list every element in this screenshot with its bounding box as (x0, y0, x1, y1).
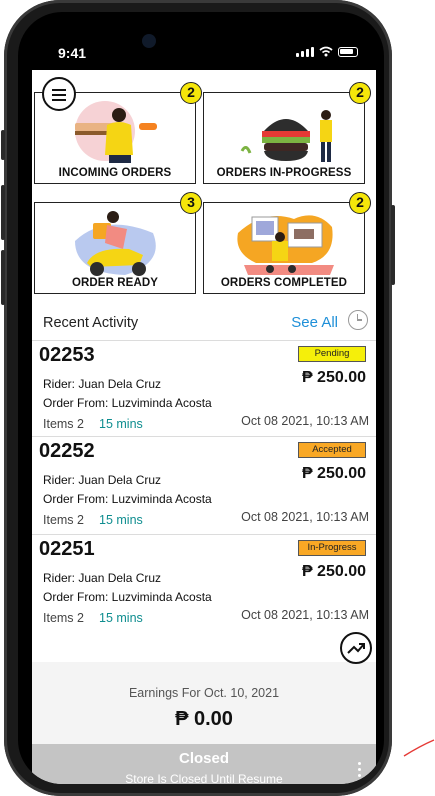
battery-icon (338, 46, 358, 57)
trending-up-icon (347, 643, 365, 654)
order-status-badge: Accepted (298, 442, 366, 458)
app-screen: INCOMING ORDERS 2 ORDERS IN-PROGRESS 2 O… (32, 70, 376, 784)
order-status-badge: Pending (298, 346, 366, 362)
recent-activity-header: Recent Activity See All (32, 310, 376, 336)
order-ready-count-badge: 3 (180, 192, 202, 214)
order-date: Oct 08 2021, 10:13 AM (241, 608, 369, 622)
notch (131, 12, 271, 34)
tile-label: ORDERS COMPLETED (220, 277, 348, 289)
order-items: Items 2 (43, 417, 84, 431)
order-items: Items 2 (43, 513, 84, 527)
tile-orders-in-progress[interactable]: ORDERS IN-PROGRESS (203, 92, 365, 184)
phone-screen: 9:41 INCOMING ORDERS 2 ORDERS IN-PROGRES… (18, 12, 384, 784)
order-date: Oct 08 2021, 10:13 AM (241, 510, 369, 524)
tile-label: ORDER READY (71, 277, 159, 289)
order-eta: 15 mins (99, 513, 143, 527)
order-id: 02252 (39, 440, 95, 462)
order-from: Order From: Luzviminda Acosta (43, 590, 212, 604)
orders-completed-count-badge: 2 (349, 192, 371, 214)
wifi-icon (319, 46, 333, 57)
incoming-orders-count-badge: 2 (180, 82, 202, 104)
earnings-value: ₱ 0.00 (175, 708, 233, 730)
trending-up-button[interactable] (340, 632, 372, 664)
earnings-panel: Earnings For Oct. 10, 2021 ₱ 0.00 (32, 662, 376, 744)
history-clock-icon[interactable] (348, 310, 368, 330)
mute-switch (1, 130, 5, 160)
red-pen-stroke (403, 739, 435, 757)
store-status-bar[interactable]: Closed Store Is Closed Until Resume (32, 744, 376, 784)
hamburger-menu-button[interactable] (42, 77, 76, 111)
tile-label: INCOMING ORDERS (58, 167, 172, 179)
order-from: Order From: Luzviminda Acosta (43, 396, 212, 410)
order-status-badge: In-Progress (298, 540, 366, 556)
order-card[interactable]: 02253 Pending ₱ 250.00 Rider: Juan Dela … (32, 340, 376, 434)
signal-icon (296, 46, 314, 57)
phone-frame: 9:41 INCOMING ORDERS 2 ORDERS IN-PROGRES… (1, 0, 395, 796)
volume-down-button (1, 250, 5, 305)
order-id: 02251 (39, 538, 95, 560)
status-icons (296, 46, 358, 57)
order-date: Oct 08 2021, 10:13 AM (241, 414, 369, 428)
order-amount: ₱ 250.00 (301, 563, 366, 580)
power-button (391, 205, 395, 285)
store-status-title: Closed (178, 750, 229, 767)
order-rider: Rider: Juan Dela Cruz (43, 377, 162, 391)
status-time: 9:41 (58, 45, 87, 61)
order-amount: ₱ 250.00 (301, 465, 366, 482)
order-card[interactable]: 02252 Accepted ₱ 250.00 Rider: Juan Dela… (32, 436, 376, 530)
more-options-icon[interactable] (358, 762, 362, 778)
status-bar: 9:41 (18, 42, 384, 62)
recent-activity-title: Recent Activity (43, 315, 139, 331)
tile-order-ready[interactable]: ORDER READY (34, 202, 196, 294)
order-amount: ₱ 250.00 (301, 369, 366, 386)
store-status-subtitle: Store Is Closed Until Resume (125, 772, 283, 784)
volume-up-button (1, 185, 5, 240)
order-rider: Rider: Juan Dela Cruz (43, 473, 162, 487)
orders-in-progress-count-badge: 2 (349, 82, 371, 104)
see-all-link[interactable]: See All (291, 314, 338, 331)
order-rider: Rider: Juan Dela Cruz (43, 571, 162, 585)
order-id: 02253 (39, 344, 95, 366)
order-items: Items 2 (43, 611, 84, 625)
tile-label: ORDERS IN-PROGRESS (216, 167, 352, 179)
earnings-label: Earnings For Oct. 10, 2021 (128, 686, 280, 700)
order-from: Order From: Luzviminda Acosta (43, 492, 212, 506)
tile-orders-completed[interactable]: ORDERS COMPLETED (203, 202, 365, 294)
order-eta: 15 mins (99, 417, 143, 431)
order-card[interactable]: 02251 In-Progress ₱ 250.00 Rider: Juan D… (32, 534, 376, 628)
order-eta: 15 mins (99, 611, 143, 625)
